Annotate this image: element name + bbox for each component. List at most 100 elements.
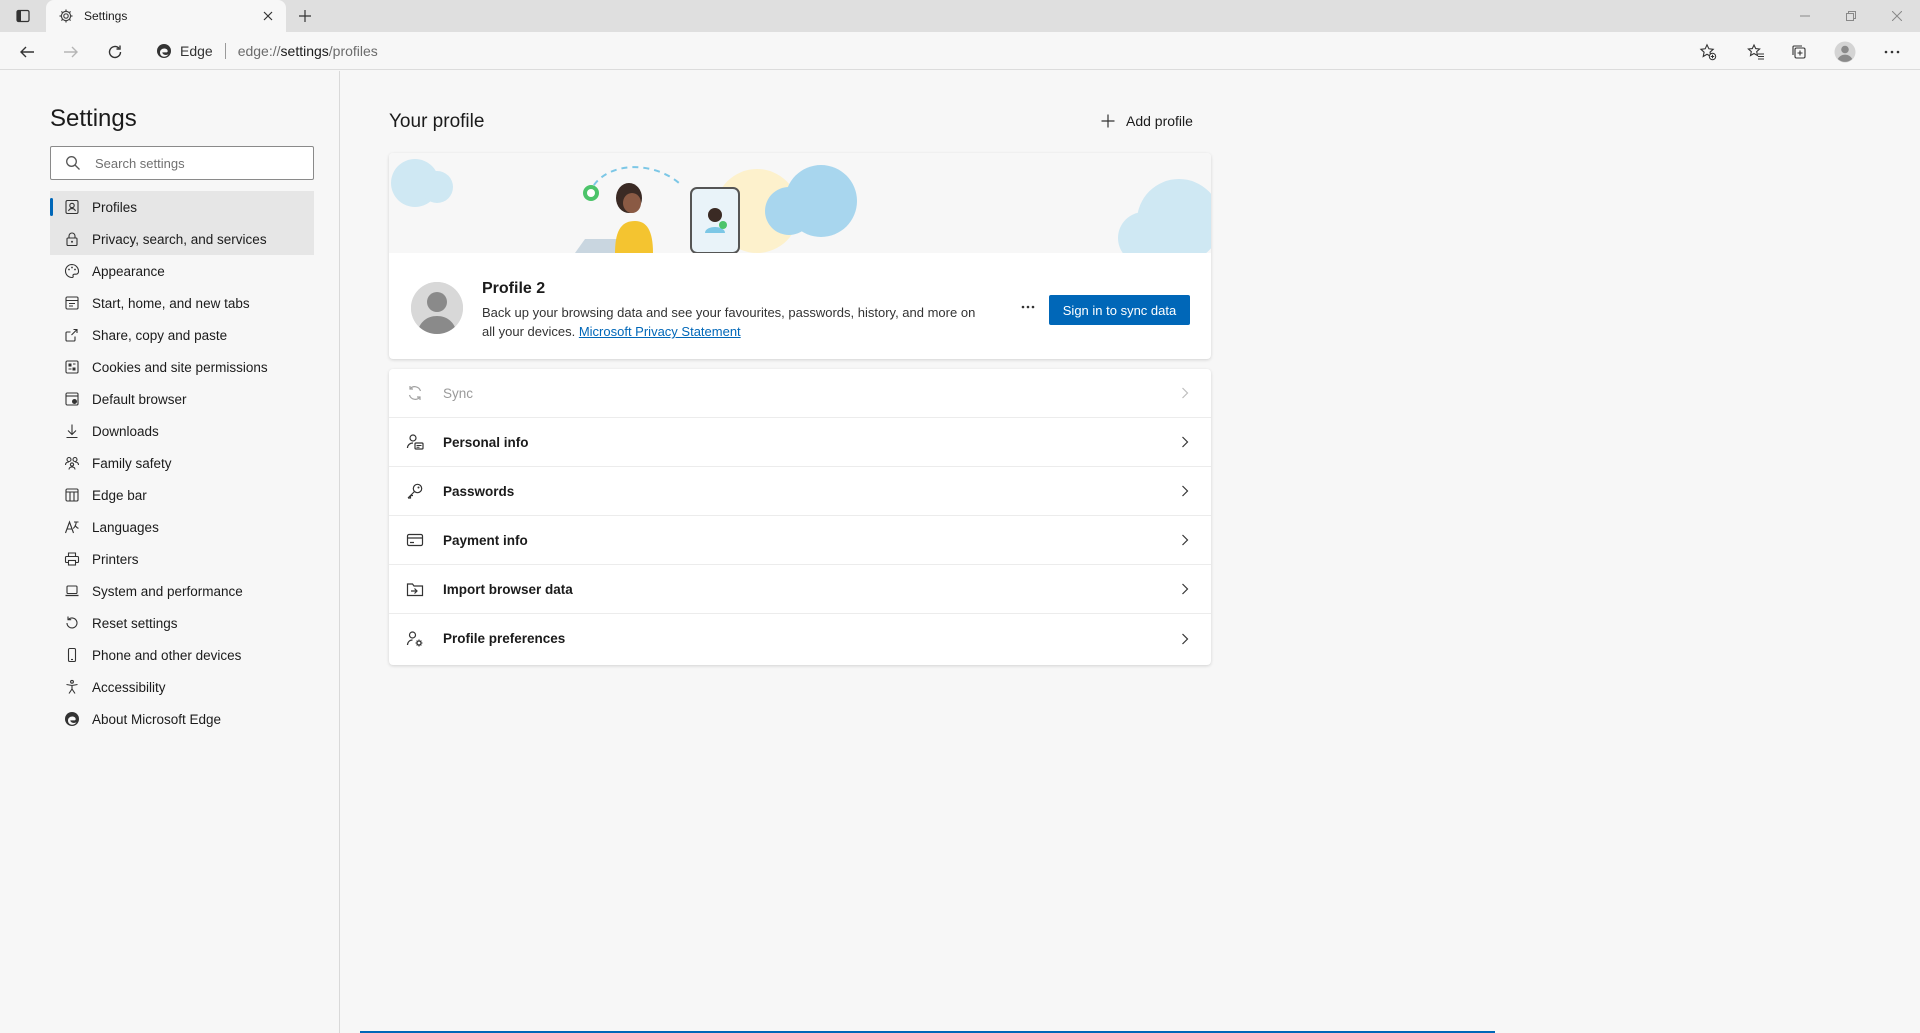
sidebar-item-label: Profiles bbox=[92, 199, 138, 215]
sidebar-item-appearance[interactable]: Appearance bbox=[50, 255, 314, 287]
sidebar-item-accessibility[interactable]: Accessibility bbox=[50, 671, 314, 703]
sidebar-item-reset[interactable]: Reset settings bbox=[50, 607, 314, 639]
tab-settings[interactable]: Settings bbox=[46, 0, 286, 32]
sidebar-item-share[interactable]: Share, copy and paste bbox=[50, 319, 314, 351]
import-icon bbox=[405, 579, 425, 599]
close-tab-icon[interactable] bbox=[258, 6, 278, 26]
favorites-icon[interactable] bbox=[1743, 39, 1769, 65]
profile-description: Back up your browsing data and see your … bbox=[482, 303, 982, 341]
plus-icon bbox=[1100, 113, 1116, 129]
search-input[interactable] bbox=[95, 155, 295, 171]
sidebar-item-family-safety[interactable]: Family safety bbox=[50, 447, 314, 479]
row-payment-info[interactable]: Payment info bbox=[389, 516, 1211, 565]
sidebar-title: Settings bbox=[50, 105, 137, 132]
row-label: Payment info bbox=[443, 532, 528, 548]
sidebar-item-label: System and performance bbox=[92, 583, 243, 599]
row-import-browser-data[interactable]: Import browser data bbox=[389, 565, 1211, 614]
more-options-icon[interactable] bbox=[1013, 295, 1043, 319]
restore-icon[interactable] bbox=[1828, 0, 1874, 32]
sidebar-item-start-home[interactable]: Start, home, and new tabs bbox=[50, 287, 314, 319]
key-icon bbox=[405, 481, 425, 501]
tab-actions-icon[interactable] bbox=[12, 6, 34, 26]
sidebar-item-label: Accessibility bbox=[92, 679, 166, 695]
profile-settings-list: Sync Personal info Passwords Payment inf… bbox=[389, 369, 1211, 665]
row-label: Import browser data bbox=[443, 581, 573, 597]
home-icon bbox=[64, 295, 80, 311]
url-path: /profiles bbox=[328, 43, 378, 59]
row-label: Profile preferences bbox=[443, 631, 566, 646]
sidebar-item-label: Languages bbox=[92, 519, 159, 535]
profile-avatar-icon[interactable] bbox=[1832, 39, 1858, 65]
row-personal-info[interactable]: Personal info bbox=[389, 418, 1211, 467]
sync-icon bbox=[405, 383, 425, 403]
add-profile-button[interactable]: Add profile bbox=[1100, 110, 1193, 132]
sidebar-item-edge-bar[interactable]: Edge bar bbox=[50, 479, 314, 511]
url-host: settings bbox=[280, 43, 329, 59]
chevron-right-icon bbox=[1177, 631, 1193, 647]
avatar bbox=[411, 282, 463, 334]
sidebar-item-profiles[interactable]: Profiles bbox=[50, 191, 314, 223]
row-passwords[interactable]: Passwords bbox=[389, 467, 1211, 516]
refresh-icon[interactable] bbox=[102, 39, 128, 65]
add-favorite-icon[interactable] bbox=[1695, 39, 1721, 65]
close-window-icon[interactable] bbox=[1874, 0, 1920, 32]
search-icon bbox=[65, 155, 81, 171]
personal-info-icon bbox=[405, 432, 425, 452]
reset-icon bbox=[64, 615, 80, 631]
chevron-right-icon bbox=[1177, 532, 1193, 548]
sidebar-item-label: Appearance bbox=[92, 263, 165, 279]
settings-sidebar: Settings Profiles Privacy, search, and s… bbox=[0, 71, 340, 1033]
edge-bar-icon bbox=[64, 487, 80, 503]
sidebar-item-about[interactable]: About Microsoft Edge bbox=[50, 703, 314, 735]
laptop-icon bbox=[64, 583, 80, 599]
collections-icon[interactable] bbox=[1786, 39, 1812, 65]
sidebar-item-label: Downloads bbox=[92, 423, 159, 439]
profile-banner-illustration bbox=[389, 153, 1211, 253]
printer-icon bbox=[64, 551, 80, 567]
phone-icon bbox=[64, 647, 80, 663]
chevron-right-icon bbox=[1177, 434, 1193, 450]
sidebar-item-system[interactable]: System and performance bbox=[50, 575, 314, 607]
sidebar-item-label: Privacy, search, and services bbox=[92, 231, 267, 247]
profile-settings-icon bbox=[405, 629, 425, 649]
sidebar-item-label: Default browser bbox=[92, 391, 187, 407]
credit-card-icon bbox=[405, 530, 425, 550]
search-box[interactable] bbox=[50, 146, 314, 180]
tab-title: Settings bbox=[84, 9, 128, 23]
accessibility-icon bbox=[64, 679, 80, 695]
back-icon[interactable] bbox=[14, 39, 40, 65]
sidebar-item-downloads[interactable]: Downloads bbox=[50, 415, 314, 447]
sign-in-sync-button[interactable]: Sign in to sync data bbox=[1049, 295, 1190, 325]
more-menu-icon[interactable] bbox=[1879, 39, 1905, 65]
sidebar-item-privacy[interactable]: Privacy, search, and services bbox=[50, 223, 314, 255]
chevron-right-icon bbox=[1177, 483, 1193, 499]
window-controls bbox=[1782, 0, 1920, 32]
row-label: Personal info bbox=[443, 434, 529, 450]
sidebar-item-printers[interactable]: Printers bbox=[50, 543, 314, 575]
edge-logo-icon bbox=[64, 711, 80, 727]
profile-name: Profile 2 bbox=[482, 280, 546, 297]
profile-card: Profile 2 Back up your browsing data and… bbox=[389, 153, 1211, 359]
sidebar-item-phone[interactable]: Phone and other devices bbox=[50, 639, 314, 671]
forward-icon[interactable] bbox=[58, 39, 84, 65]
cookie-icon bbox=[64, 359, 80, 375]
privacy-statement-link[interactable]: Microsoft Privacy Statement bbox=[579, 324, 741, 339]
sidebar-item-label: Printers bbox=[92, 551, 139, 567]
sidebar-item-languages[interactable]: Languages bbox=[50, 511, 314, 543]
sidebar-item-label: Edge bar bbox=[92, 487, 147, 503]
gear-icon bbox=[58, 8, 74, 24]
browser-icon bbox=[64, 391, 80, 407]
share-icon bbox=[64, 327, 80, 343]
row-sync[interactable]: Sync bbox=[389, 369, 1211, 418]
row-label: Passwords bbox=[443, 483, 515, 499]
page-title: Your profile bbox=[389, 111, 485, 132]
sidebar-item-default-browser[interactable]: Default browser bbox=[50, 383, 314, 415]
address-bar[interactable]: Edge edge://settings/profiles bbox=[148, 36, 1703, 66]
address-separator bbox=[224, 43, 226, 59]
minimize-icon[interactable] bbox=[1782, 0, 1828, 32]
new-tab-icon[interactable] bbox=[294, 5, 316, 27]
palette-icon bbox=[64, 263, 80, 279]
row-profile-preferences[interactable]: Profile preferences bbox=[389, 614, 1211, 663]
tab-strip: Settings bbox=[0, 0, 1920, 32]
sidebar-item-cookies[interactable]: Cookies and site permissions bbox=[50, 351, 314, 383]
